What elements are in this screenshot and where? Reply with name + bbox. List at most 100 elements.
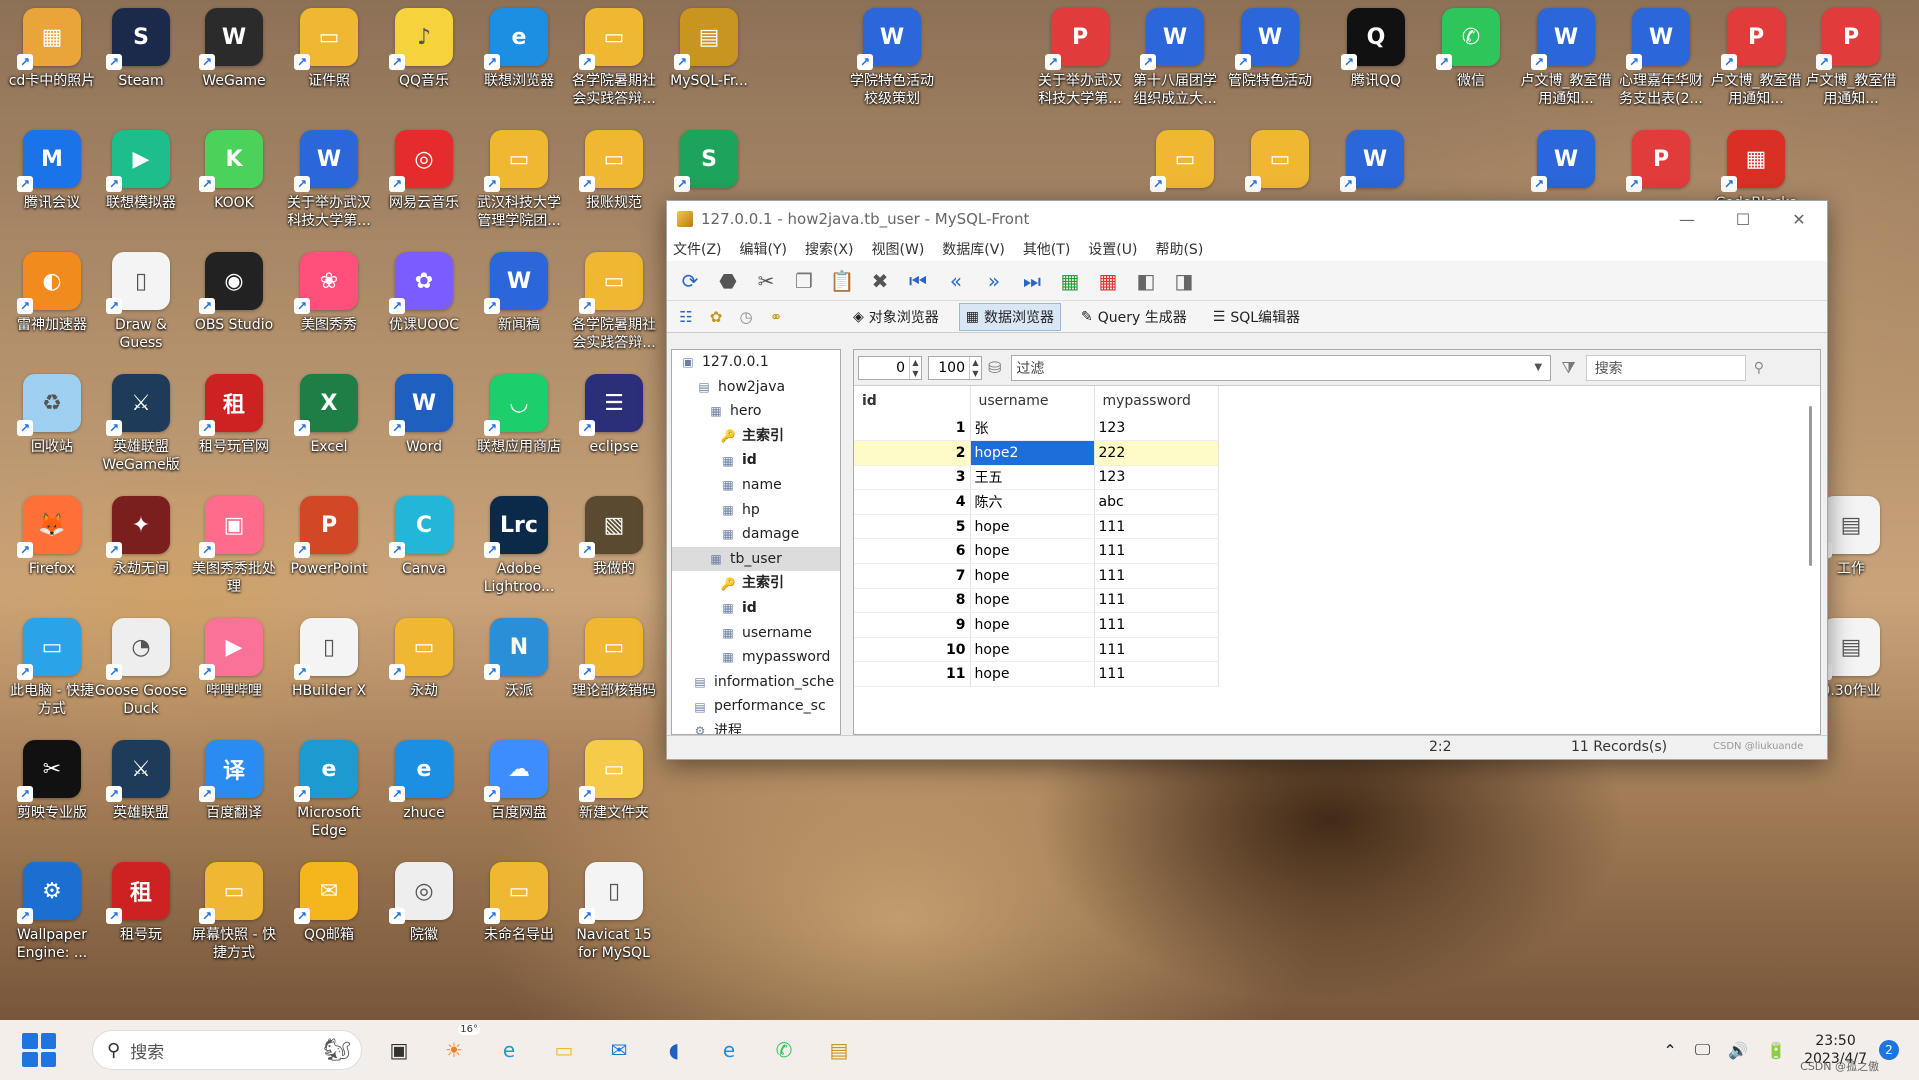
cell-id[interactable]: 1 <box>854 416 971 442</box>
desktop-shortcut[interactable]: ▦ ↗ cd卡中的照片 <box>8 0 96 112</box>
minimize-button[interactable]: — <box>1659 201 1715 237</box>
history-icon[interactable]: ◷ <box>735 302 757 332</box>
desktop-shortcut[interactable]: ✉ ↗ QQ邮箱 <box>285 854 373 966</box>
tree-node[interactable]: ▤ information_sche <box>672 670 840 695</box>
table-row[interactable]: 5 hope 111 <box>854 514 1219 540</box>
refresh-icon[interactable]: ⟳ <box>675 266 705 296</box>
desktop-shortcut[interactable]: ▭ ↗ 新建文件夹 <box>570 732 658 844</box>
tree-node[interactable]: ▦ name <box>672 473 840 498</box>
column-header-mypassword[interactable]: mypassword <box>1094 386 1219 416</box>
tree-node[interactable]: ▦ username <box>672 621 840 646</box>
stepper-arrows-icon[interactable]: ▲ ▼ <box>969 356 981 379</box>
desktop-shortcut[interactable]: ▭ ↗ 各学院暑期社会实践答辩... <box>570 244 658 356</box>
cell-username[interactable]: 王五 <box>970 465 1095 491</box>
desktop-shortcut[interactable]: P ↗ 关于举办武汉科技大学第... <box>1036 0 1124 112</box>
search-input[interactable]: 搜索 <box>1585 354 1746 381</box>
desktop-shortcut[interactable]: ◉ ↗ OBS Studio <box>190 244 278 356</box>
cut-icon[interactable]: ✂ <box>751 266 781 296</box>
desktop-shortcut[interactable]: W ↗ WeGame <box>190 0 278 112</box>
menu-edit[interactable]: 编辑(Y) <box>740 239 787 259</box>
search-go-icon[interactable]: ⚲ <box>1754 360 1764 376</box>
desktop-shortcut[interactable]: ▭ ↗ 永劫 <box>380 610 468 722</box>
favorites-icon[interactable]: ✿ <box>705 302 727 332</box>
cell-id[interactable]: 9 <box>854 612 971 638</box>
cell-username[interactable]: hope <box>970 538 1095 565</box>
desktop-shortcut[interactable]: W ↗ 学院特色活动校级策划 <box>848 0 936 112</box>
desktop-shortcut[interactable]: ▭ ↗ 屏幕快照 - 快捷方式 <box>190 854 278 966</box>
desktop-shortcut[interactable]: P ↗ PowerPoint <box>285 488 373 600</box>
tree-node[interactable]: ▤ how2java <box>672 375 840 400</box>
task-view-icon[interactable]: ▣ <box>381 1032 417 1068</box>
cell-username[interactable]: hope <box>970 563 1095 589</box>
chevron-up-icon[interactable]: ⌃ <box>1663 1041 1676 1060</box>
table-row[interactable]: 8 hope 111 <box>854 588 1219 614</box>
desktop-shortcut[interactable]: W ↗ 第十八届团学组织成立大... <box>1131 0 1219 112</box>
tree-node[interactable]: ▤ performance_sc <box>672 694 840 719</box>
cell-username[interactable]: 张 <box>970 416 1095 442</box>
desktop-shortcut[interactable]: P ↗ 卢文博_教室借用通知... <box>1711 0 1802 112</box>
cell-id[interactable]: 3 <box>854 465 971 491</box>
desktop-shortcut[interactable]: 译 ↗ 百度翻译 <box>190 732 278 844</box>
column-header-id[interactable]: id <box>854 386 971 416</box>
database-tree[interactable]: ▣ 127.0.0.1 ▤ how2java ▦ hero 🔑 主索引 ▦ id ▦ name ▦ hp ▦… <box>671 349 841 735</box>
desktop-shortcut[interactable]: ▭ ↗ 报账规范 <box>570 122 658 234</box>
desktop-shortcut[interactable]: ☁ ↗ 百度网盘 <box>475 732 563 844</box>
cell-id[interactable]: 10 <box>854 637 971 663</box>
desktop-shortcut[interactable]: ◐ ↗ 雷神加速器 <box>8 244 96 356</box>
desktop-shortcut[interactable]: e ↗ zhuce <box>380 732 468 844</box>
lenovo-app-icon[interactable]: ◖ <box>656 1032 692 1068</box>
maximize-button[interactable]: ☐ <box>1715 201 1771 237</box>
menu-file[interactable]: 文件(Z) <box>673 239 722 259</box>
desktop-shortcut[interactable]: W ↗ 新闻稿 <box>475 244 563 356</box>
edge-icon[interactable]: e <box>491 1032 527 1068</box>
table-row[interactable]: 3 王五 123 <box>854 465 1219 491</box>
cell-username[interactable]: hope <box>970 661 1095 688</box>
table-row[interactable]: 2 hope2 222 <box>854 440 1219 466</box>
desktop-shortcut[interactable]: S ↗ Steam <box>97 0 185 112</box>
desktop-shortcut[interactable]: ▯ ↗ Navicat 15 for MySQL <box>570 854 658 966</box>
cell-mypassword[interactable]: 123 <box>1094 416 1219 442</box>
desktop-shortcut[interactable]: ◡ ↗ 联想应用商店 <box>475 366 563 478</box>
tree-node[interactable]: ▣ 127.0.0.1 <box>672 350 840 375</box>
tree-node[interactable]: ▦ hero <box>672 399 840 424</box>
tree-node[interactable]: ▦ id <box>672 448 840 473</box>
filter-input[interactable]: 过滤 ▼ <box>1011 354 1552 381</box>
network-icon[interactable]: 🖵 <box>1695 1040 1710 1060</box>
desktop-shortcut[interactable]: e ↗ 联想浏览器 <box>475 0 563 112</box>
desktop-shortcut[interactable]: W ↗ 管院特色活动 <box>1226 0 1314 112</box>
tab-data-browser[interactable]: ▦ 数据浏览器 <box>958 302 1062 331</box>
desktop-shortcut[interactable]: P ↗ 卢文博_教室借用通知... <box>1806 0 1897 112</box>
cell-username[interactable]: hope <box>970 588 1095 614</box>
cell-mypassword[interactable]: 111 <box>1094 538 1219 565</box>
desktop-shortcut[interactable]: W ↗ 关于举办武汉科技大学第... <box>285 122 373 234</box>
tree-node[interactable]: ▦ damage <box>672 522 840 547</box>
desktop-shortcut[interactable]: ▯ ↗ Draw & Guess <box>97 244 185 356</box>
stepper-arrows-icon[interactable]: ▲ ▼ <box>909 356 921 379</box>
desktop-shortcut[interactable]: ▶ ↗ 联想模拟器 <box>97 122 185 234</box>
volume-icon[interactable]: 🔊 <box>1728 1041 1748 1060</box>
desktop-shortcut[interactable]: W ↗ 卢文博_教室借用通知... <box>1521 0 1612 112</box>
desktop-shortcut[interactable]: ▭ ↗ 武汉科技大学管理学院团... <box>475 122 563 234</box>
vertical-scrollbar[interactable] <box>1809 406 1812 566</box>
copy-icon[interactable]: ❐ <box>789 266 819 296</box>
column-header-username[interactable]: username <box>970 386 1095 416</box>
tree-node[interactable]: ▦ tb_user <box>672 546 840 572</box>
desktop-shortcut[interactable]: ▧ ↗ 我做的 <box>570 488 658 600</box>
desktop-shortcut[interactable]: ♪ ↗ QQ音乐 <box>380 0 468 112</box>
filter-icon[interactable]: ⧩ <box>1561 358 1575 378</box>
desktop-shortcut[interactable]: ✿ ↗ 优课UOOC <box>380 244 468 356</box>
cell-mypassword[interactable]: 111 <box>1094 563 1219 589</box>
menu-view[interactable]: 视图(W) <box>872 239 925 259</box>
desktop-shortcut[interactable]: ✂ ↗ 剪映专业版 <box>8 732 96 844</box>
close-button[interactable]: ✕ <box>1771 201 1827 237</box>
notification-badge[interactable]: 2 <box>1879 1040 1899 1060</box>
previous-record-icon[interactable]: « <box>941 266 971 296</box>
menu-search[interactable]: 搜索(X) <box>805 239 854 259</box>
desktop-shortcut[interactable]: C ↗ Canva <box>380 488 468 600</box>
desktop-shortcut[interactable]: Q ↗ 腾讯QQ <box>1332 0 1420 112</box>
title-bar[interactable]: 127.0.0.1 - how2java.tb_user - MySQL-Fro… <box>667 201 1827 237</box>
cell-mypassword[interactable]: 111 <box>1094 637 1219 663</box>
menu-database[interactable]: 数据库(V) <box>942 239 1005 259</box>
limit-stepper[interactable]: 100 ▲ ▼ <box>928 355 982 380</box>
desktop-shortcut[interactable]: Lrc ↗ Adobe Lightroo... <box>475 488 563 600</box>
